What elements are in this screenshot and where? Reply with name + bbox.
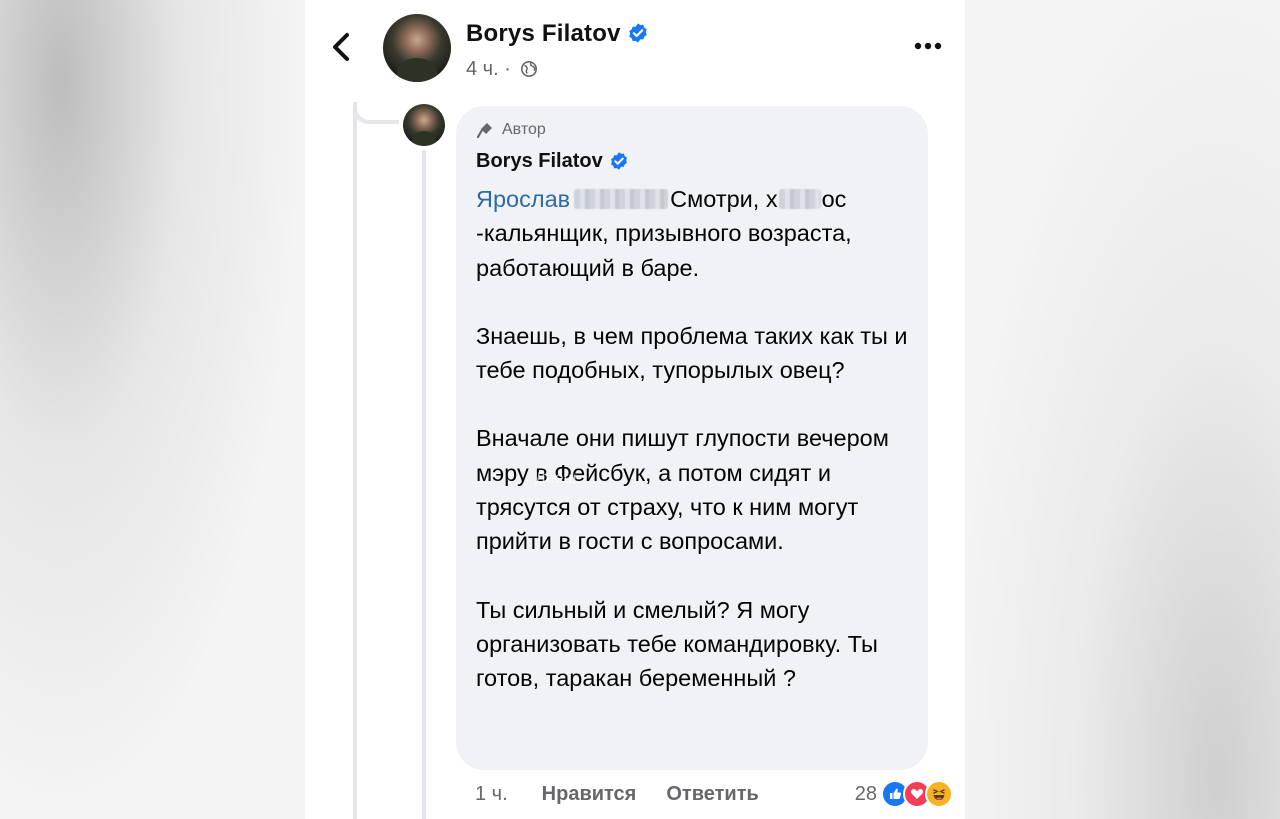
comment-time[interactable]: 1 ч. [475,783,508,806]
comment-text-rest: -кальянщик, призывного возраста, работаю… [476,220,852,281]
post-time[interactable]: 4 ч. [466,58,499,80]
meta-separator: · [504,58,511,80]
comment-actions: 1 ч. Нравится Ответить 28 [475,778,953,810]
reaction-count[interactable]: 28 [855,783,877,806]
watermark: Дееш [535,470,577,487]
comment-text-end: ос [821,186,847,212]
background-blur-left [0,0,305,819]
comment-avatar[interactable] [403,104,445,146]
verified-icon [628,23,647,43]
comment-author[interactable]: Borys Filatov [476,148,908,174]
comment-paragraph-4: Ты сильный и смелый? Я могу организовать… [476,596,878,692]
thread-connector [353,102,399,124]
comment-paragraph-2: Знаешь, в чем проблема таких как ты и те… [476,322,908,384]
author-badge: Автор [476,120,908,140]
verified-icon [610,152,627,170]
more-options-button[interactable] [911,36,945,56]
post-author[interactable]: Borys Filatov [466,20,649,48]
haha-reaction-icon [925,780,953,808]
comment-paragraph-3: Вначале они пишут глупости вечером мэру … [476,425,889,555]
comment-paragraph-1: Ярослав Смотри, х ос -кальянщик, призывног… [476,182,908,285]
like-button[interactable]: Нравится [542,783,637,806]
thread-line [353,108,357,819]
comment-body: Ярослав Смотри, х ос -кальянщик, призывног… [476,182,908,696]
comment-text-start: Смотри, х [670,186,778,212]
comment-bubble: Автор Borys Filatov Ярослав Смотри, х ос -… [456,106,928,770]
comment-author-name[interactable]: Borys Filatov [476,150,603,173]
reply-thread-line [422,150,426,819]
reactions-summary[interactable] [881,780,953,808]
post-screen: Borys Filatov 4 ч. · Автор Borys Filatov… [305,0,965,819]
redacted-surname [574,189,669,209]
reply-button[interactable]: Ответить [666,783,758,806]
post-author-name[interactable]: Borys Filatov [466,20,621,47]
mention-link[interactable]: Ярослав [476,186,570,212]
back-button[interactable] [327,28,357,66]
more-icon [914,42,942,50]
redacted-word [778,189,821,209]
background-blur-right [965,0,1280,819]
globe-icon [521,60,538,78]
back-arrow-icon [333,33,349,61]
microphone-icon [476,123,492,139]
post-meta: 4 ч. · [466,58,538,81]
author-badge-label: Автор [502,121,546,138]
author-avatar[interactable] [383,14,451,82]
